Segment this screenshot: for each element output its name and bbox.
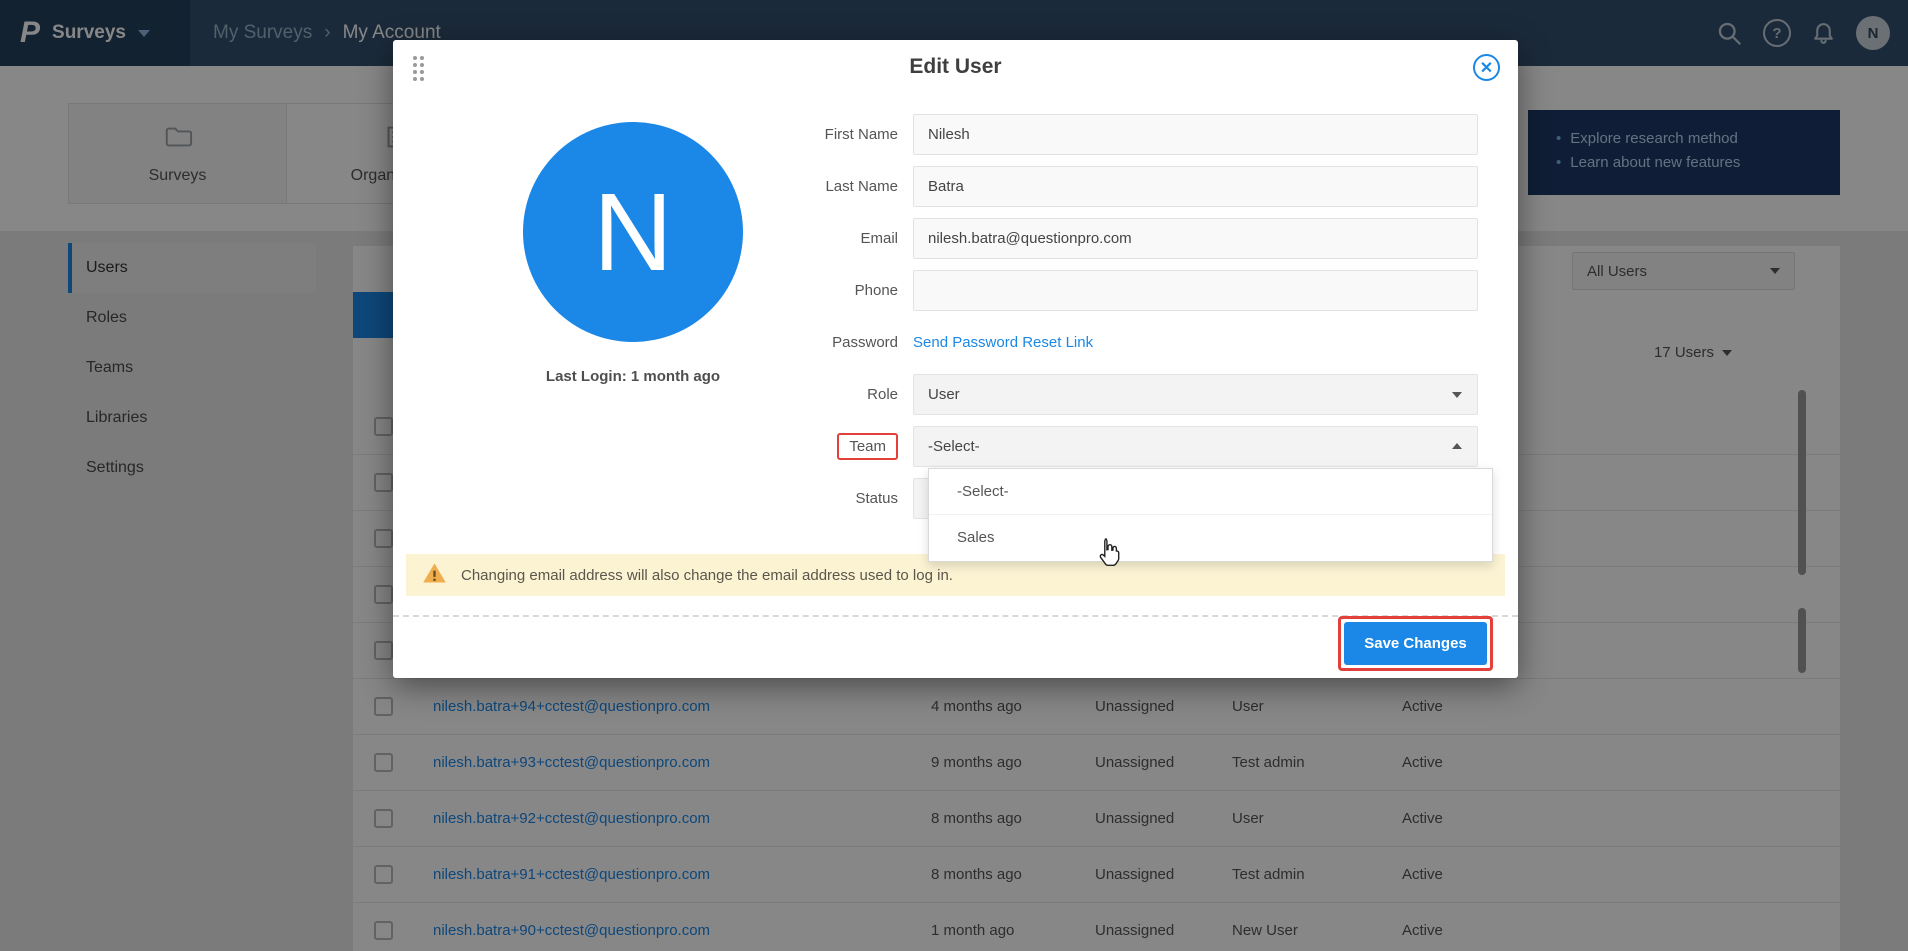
password-label: Password: [745, 322, 913, 363]
email-field[interactable]: [913, 218, 1478, 259]
team-select[interactable]: -Select-: [913, 426, 1478, 467]
status-label: Status: [745, 478, 913, 519]
team-label-highlight: Team: [837, 433, 898, 460]
team-option-sales[interactable]: Sales: [929, 515, 1492, 561]
role-label: Role: [745, 374, 913, 415]
send-password-reset-link[interactable]: Send Password Reset Link: [913, 334, 1093, 351]
email-label: Email: [745, 218, 913, 259]
first-name-field[interactable]: [913, 114, 1478, 155]
team-select-value: -Select-: [928, 438, 980, 455]
role-select[interactable]: User: [913, 374, 1478, 415]
phone-label: Phone: [745, 270, 913, 311]
team-option-select[interactable]: -Select-: [929, 469, 1492, 515]
edit-user-modal: Edit User ✕ N Last Login: 1 month ago Fi…: [393, 40, 1518, 678]
team-label: Team: [849, 438, 886, 455]
warning-icon: [421, 560, 448, 591]
close-icon[interactable]: ✕: [1473, 54, 1500, 81]
warning-text: Changing email address will also change …: [461, 567, 953, 584]
modal-avatar: N: [523, 122, 743, 342]
save-button-highlight: Save Changes: [1338, 616, 1493, 671]
role-select-value: User: [928, 386, 960, 403]
modal-title: Edit User: [393, 40, 1518, 88]
chevron-down-icon: [1452, 392, 1462, 398]
save-changes-button[interactable]: Save Changes: [1344, 622, 1487, 665]
team-dropdown-menu: -Select- Sales: [928, 468, 1493, 562]
last-name-label: Last Name: [745, 166, 913, 207]
app-root: P Surveys My Surveys › My Account ? N Su…: [0, 0, 1908, 951]
first-name-label: First Name: [745, 114, 913, 155]
chevron-up-icon: [1452, 443, 1462, 449]
last-name-field[interactable]: [913, 166, 1478, 207]
phone-field[interactable]: [913, 270, 1478, 311]
